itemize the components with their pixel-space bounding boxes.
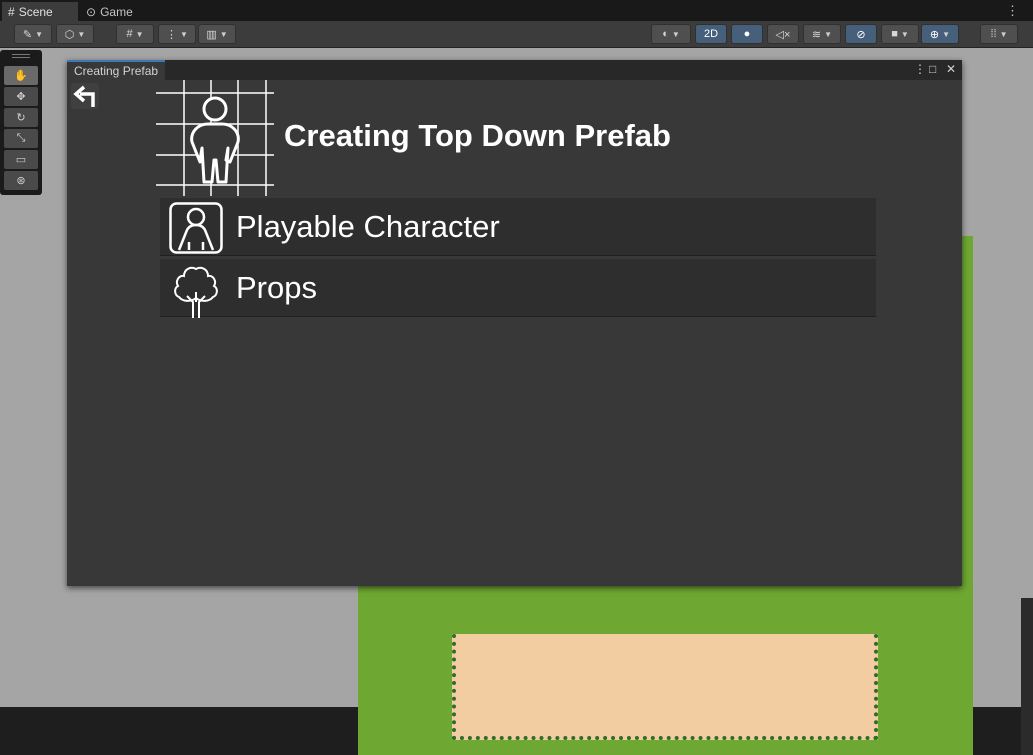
grid-snap-icon: # [126,28,133,40]
snap-icon: ⋮ [166,28,178,41]
increment-snap-dropdown[interactable]: ⋮ ▼ [158,24,196,44]
ruler-icon: ▥ [206,28,217,41]
palette-drag-handle[interactable] [12,54,30,58]
lightbulb-icon: ● [743,28,751,40]
sphere-icon: ◐ [662,28,669,40]
page-title: Creating Top Down Prefab [284,118,671,153]
transform-icon: ⊛ [16,175,26,187]
tab-scene[interactable]: # Scene [2,2,78,21]
window-menu-icon[interactable]: ⋮ [914,62,926,76]
lighting-toggle[interactable]: ● [731,24,763,44]
sand-tilemap [452,634,878,740]
ruler-dropdown[interactable]: ▥ ▼ [198,24,236,44]
grid-icon: # [8,4,15,19]
creating-prefab-window: Creating Prefab ⋮ □ ✕ Creating Top Down … [67,60,962,586]
back-arrow-icon [73,85,95,107]
hand-icon: ✋ [14,70,28,82]
eye-hidden-icon: ⊘ [856,28,866,41]
draw-mode-dropdown[interactable]: ✎ ▼ [14,24,52,44]
gizmo-globe-icon: ⊕ [929,28,940,41]
window-header: Creating Prefab ⋮ □ ✕ [67,60,962,80]
transform-tool[interactable]: ⊛ [4,171,38,190]
gizmos-dropdown[interactable]: ⊕ ▼ [921,24,959,44]
list-item-label: Playable Character [236,209,500,244]
scale-tool[interactable]: ⤡ [4,129,38,148]
gamepad-icon: ⊙ [86,4,97,19]
render-mode-dropdown[interactable]: ◐ ▼ [651,24,691,44]
rect-tool[interactable]: ▭ [4,150,38,169]
overlays-dropdown[interactable]: ⁞⁞ ▼ [980,24,1018,44]
mute-icon: ◁× [775,28,791,41]
move-tool[interactable]: ✥ [4,87,38,106]
list-item-playable-character[interactable]: Playable Character [160,198,876,256]
shading-dropdown[interactable]: ⬡ ▼ [56,24,94,44]
camera-icon: ■ [891,28,898,40]
editor-tab-bar: # Scene ⊙ Game ⋮ [0,0,1033,21]
tool-palette: ✋ ✥ ↻ ⤡ ▭ ⊛ [0,50,42,195]
prefab-grid-person-icon [156,80,274,196]
audio-toggle[interactable]: ◁× [767,24,799,44]
move-icon: ✥ [16,91,26,103]
scale-icon: ⤡ [16,132,26,144]
cube-icon: ⬡ [64,28,75,41]
more-options-icon[interactable]: ⋮ [1006,3,1019,19]
window-tab[interactable]: Creating Prefab [67,60,166,80]
list-item-props[interactable]: Props [160,259,876,318]
character-icon [169,202,223,254]
tab-game-label: Game [100,4,133,19]
hand-tool[interactable]: ✋ [4,66,38,85]
toggle-2d-button[interactable]: 2D [695,24,727,44]
grid-snap-dropdown[interactable]: # ▼ [116,24,154,44]
list-item-label: Props [236,270,317,305]
close-icon[interactable]: ✕ [946,62,956,76]
back-button[interactable] [71,83,99,109]
effects-dropdown[interactable]: ≋ ▼ [803,24,841,44]
visibility-toggle[interactable]: ⊘ [845,24,877,44]
camera-dropdown[interactable]: ■ ▼ [881,24,919,44]
tree-icon [174,266,218,318]
scene-toolbar: ✎ ▼ ⬡ ▼ # ▼ ⋮ ▼ ▥ ▼ ◐ ▼ 2D ● ◁× ≋ ▼ ⊘ ■ ▼ ⊕ ▼ ⁞⁞ ▼ [0,21,1033,48]
maximize-icon[interactable]: □ [929,62,936,76]
rotate-tool[interactable]: ↻ [4,108,38,127]
rect-icon: ▭ [15,154,27,166]
layers-icon: ≋ [811,28,822,41]
scene-edge-panel [1021,598,1033,755]
pencil-icon: ✎ [22,28,33,41]
tab-game[interactable]: ⊙ Game [80,2,154,21]
rotate-icon: ↻ [16,112,26,124]
tab-scene-label: Scene [18,4,53,19]
overlays-icon: ⁞⁞ [990,28,997,40]
